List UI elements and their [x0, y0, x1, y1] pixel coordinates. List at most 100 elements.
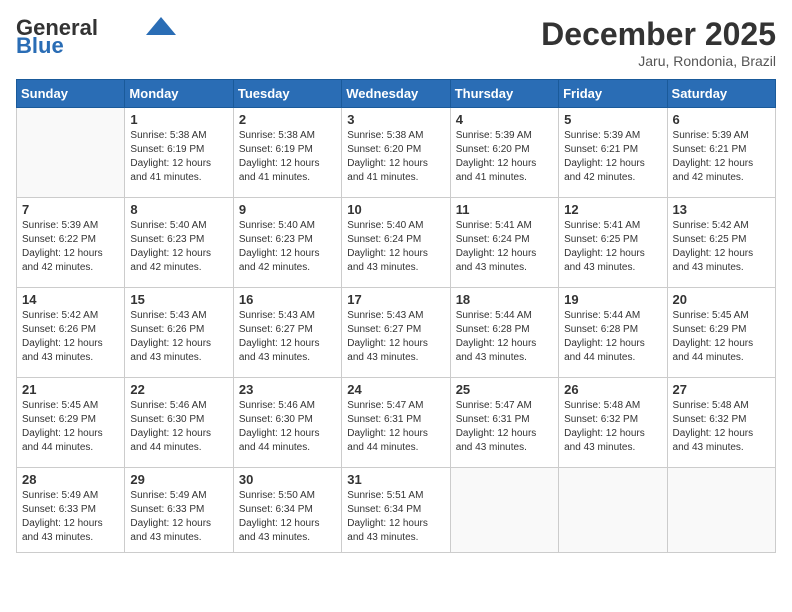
day-number: 19 [564, 292, 661, 307]
calendar-cell: 7 Sunrise: 5:39 AM Sunset: 6:22 PM Daylig… [17, 198, 125, 288]
day-info: Sunrise: 5:39 AM Sunset: 6:21 PM Dayligh… [673, 129, 770, 185]
day-info: Sunrise: 5:43 AM Sunset: 6:26 PM Dayligh… [130, 309, 227, 365]
day-info: Sunrise: 5:42 AM Sunset: 6:26 PM Dayligh… [22, 309, 119, 365]
day-info: Sunrise: 5:46 AM Sunset: 6:30 PM Dayligh… [130, 399, 227, 455]
location: Jaru, Rondonia, Brazil [541, 53, 776, 69]
week-row-2: 7 Sunrise: 5:39 AM Sunset: 6:22 PM Daylig… [17, 198, 776, 288]
day-number: 16 [239, 292, 336, 307]
weekday-header-thursday: Thursday [450, 80, 558, 108]
day-info: Sunrise: 5:45 AM Sunset: 6:29 PM Dayligh… [22, 399, 119, 455]
day-info: Sunrise: 5:51 AM Sunset: 6:34 PM Dayligh… [347, 489, 444, 545]
day-number: 10 [347, 202, 444, 217]
day-number: 21 [22, 382, 119, 397]
day-info: Sunrise: 5:39 AM Sunset: 6:20 PM Dayligh… [456, 129, 553, 185]
calendar-cell: 17Sunrise: 5:43 AM Sunset: 6:27 PM Dayli… [342, 288, 450, 378]
calendar-cell: 8 Sunrise: 5:40 AM Sunset: 6:23 PM Daylig… [125, 198, 233, 288]
calendar-cell: 6 Sunrise: 5:39 AM Sunset: 6:21 PM Daylig… [667, 108, 775, 198]
weekday-header-monday: Monday [125, 80, 233, 108]
day-number: 20 [673, 292, 770, 307]
week-row-5: 28 Sunrise: 5:49 AM Sunset: 6:33 PM Dayli… [17, 468, 776, 553]
calendar-cell: 2 Sunrise: 5:38 AM Sunset: 6:19 PM Daylig… [233, 108, 341, 198]
day-info: Sunrise: 5:38 AM Sunset: 6:20 PM Dayligh… [347, 129, 444, 185]
day-info: Sunrise: 5:45 AM Sunset: 6:29 PM Dayligh… [673, 309, 770, 365]
calendar-cell: 28 Sunrise: 5:49 AM Sunset: 6:33 PM Dayli… [17, 468, 125, 553]
calendar-cell [17, 108, 125, 198]
calendar-cell: 4 Sunrise: 5:39 AM Sunset: 6:20 PM Daylig… [450, 108, 558, 198]
calendar-cell: 16 Sunrise: 5:43 AM Sunset: 6:27 PM Dayli… [233, 288, 341, 378]
day-info: Sunrise: 5:40 AM Sunset: 6:23 PM Dayligh… [130, 219, 227, 275]
day-number: 25 [456, 382, 553, 397]
calendar-cell: 5 Sunrise: 5:39 AM Sunset: 6:21 PM Daylig… [559, 108, 667, 198]
day-number: 12 [564, 202, 661, 217]
day-number: 4 [456, 112, 553, 127]
day-number: 13 [673, 202, 770, 217]
calendar-cell: 27 Sunrise: 5:48 AM Sunset: 6:32 PM Dayli… [667, 378, 775, 468]
day-number: 15 [130, 292, 227, 307]
weekday-header-wednesday: Wednesday [342, 80, 450, 108]
calendar-cell: 10 Sunrise: 5:40 AM Sunset: 6:24 PM Dayli… [342, 198, 450, 288]
weekday-header-friday: Friday [559, 80, 667, 108]
calendar-cell: 31 Sunrise: 5:51 AM Sunset: 6:34 PM Dayli… [342, 468, 450, 553]
calendar-cell: 29 Sunrise: 5:49 AM Sunset: 6:33 PM Dayli… [125, 468, 233, 553]
day-number: 8 [130, 202, 227, 217]
calendar-cell: 14Sunrise: 5:42 AM Sunset: 6:26 PM Dayli… [17, 288, 125, 378]
calendar-cell: 20 Sunrise: 5:45 AM Sunset: 6:29 PM Dayli… [667, 288, 775, 378]
logo-blue: Blue [16, 34, 64, 58]
day-info: Sunrise: 5:44 AM Sunset: 6:28 PM Dayligh… [456, 309, 553, 365]
calendar-cell: 24 Sunrise: 5:47 AM Sunset: 6:31 PM Dayli… [342, 378, 450, 468]
day-number: 17 [347, 292, 444, 307]
day-info: Sunrise: 5:49 AM Sunset: 6:33 PM Dayligh… [130, 489, 227, 545]
day-info: Sunrise: 5:39 AM Sunset: 6:21 PM Dayligh… [564, 129, 661, 185]
day-number: 7 [22, 202, 119, 217]
calendar-cell: 3 Sunrise: 5:38 AM Sunset: 6:20 PM Daylig… [342, 108, 450, 198]
day-number: 28 [22, 472, 119, 487]
calendar-table: SundayMondayTuesdayWednesdayThursdayFrid… [16, 79, 776, 553]
day-info: Sunrise: 5:39 AM Sunset: 6:22 PM Dayligh… [22, 219, 119, 275]
calendar-cell [559, 468, 667, 553]
day-number: 18 [456, 292, 553, 307]
day-number: 31 [347, 472, 444, 487]
day-info: Sunrise: 5:38 AM Sunset: 6:19 PM Dayligh… [130, 129, 227, 185]
day-number: 26 [564, 382, 661, 397]
day-number: 9 [239, 202, 336, 217]
day-number: 6 [673, 112, 770, 127]
calendar-cell: 1 Sunrise: 5:38 AM Sunset: 6:19 PM Daylig… [125, 108, 233, 198]
day-info: Sunrise: 5:47 AM Sunset: 6:31 PM Dayligh… [347, 399, 444, 455]
calendar-cell: 26Sunrise: 5:48 AM Sunset: 6:32 PM Dayli… [559, 378, 667, 468]
calendar-cell: 13 Sunrise: 5:42 AM Sunset: 6:25 PM Dayli… [667, 198, 775, 288]
logo-icon [146, 17, 176, 35]
day-number: 2 [239, 112, 336, 127]
calendar-cell: 15 Sunrise: 5:43 AM Sunset: 6:26 PM Dayli… [125, 288, 233, 378]
day-number: 29 [130, 472, 227, 487]
day-number: 27 [673, 382, 770, 397]
day-number: 1 [130, 112, 227, 127]
calendar-cell: 23Sunrise: 5:46 AM Sunset: 6:30 PM Dayli… [233, 378, 341, 468]
day-number: 30 [239, 472, 336, 487]
weekday-header-saturday: Saturday [667, 80, 775, 108]
weekday-header-tuesday: Tuesday [233, 80, 341, 108]
day-info: Sunrise: 5:41 AM Sunset: 6:25 PM Dayligh… [564, 219, 661, 275]
day-info: Sunrise: 5:41 AM Sunset: 6:24 PM Dayligh… [456, 219, 553, 275]
day-info: Sunrise: 5:44 AM Sunset: 6:28 PM Dayligh… [564, 309, 661, 365]
day-info: Sunrise: 5:40 AM Sunset: 6:24 PM Dayligh… [347, 219, 444, 275]
day-number: 5 [564, 112, 661, 127]
calendar-cell: 21 Sunrise: 5:45 AM Sunset: 6:29 PM Dayli… [17, 378, 125, 468]
calendar-cell: 12 Sunrise: 5:41 AM Sunset: 6:25 PM Dayli… [559, 198, 667, 288]
week-row-3: 14Sunrise: 5:42 AM Sunset: 6:26 PM Dayli… [17, 288, 776, 378]
day-info: Sunrise: 5:50 AM Sunset: 6:34 PM Dayligh… [239, 489, 336, 545]
weekday-header-row: SundayMondayTuesdayWednesdayThursdayFrid… [17, 80, 776, 108]
day-info: Sunrise: 5:38 AM Sunset: 6:19 PM Dayligh… [239, 129, 336, 185]
day-info: Sunrise: 5:43 AM Sunset: 6:27 PM Dayligh… [239, 309, 336, 365]
calendar-cell: 9Sunrise: 5:40 AM Sunset: 6:23 PM Daylig… [233, 198, 341, 288]
title-area: December 2025 Jaru, Rondonia, Brazil [541, 16, 776, 69]
weekday-header-sunday: Sunday [17, 80, 125, 108]
week-row-1: 1 Sunrise: 5:38 AM Sunset: 6:19 PM Daylig… [17, 108, 776, 198]
day-info: Sunrise: 5:48 AM Sunset: 6:32 PM Dayligh… [673, 399, 770, 455]
day-number: 3 [347, 112, 444, 127]
calendar-cell: 19 Sunrise: 5:44 AM Sunset: 6:28 PM Dayli… [559, 288, 667, 378]
day-info: Sunrise: 5:42 AM Sunset: 6:25 PM Dayligh… [673, 219, 770, 275]
day-info: Sunrise: 5:49 AM Sunset: 6:33 PM Dayligh… [22, 489, 119, 545]
day-number: 24 [347, 382, 444, 397]
month-title: December 2025 [541, 16, 776, 53]
calendar-cell: 18 Sunrise: 5:44 AM Sunset: 6:28 PM Dayli… [450, 288, 558, 378]
